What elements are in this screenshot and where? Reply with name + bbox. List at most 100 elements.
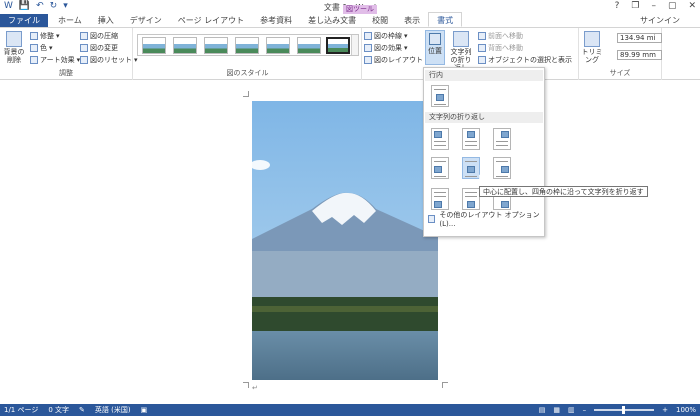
macro-icon[interactable]: ▣ [141,404,148,416]
zoom-slider[interactable] [594,406,655,414]
position-bottom-center[interactable] [462,188,480,210]
layout-options-icon [428,215,436,223]
corrections-button[interactable]: 修整 ▾ [30,31,60,41]
group-label-size: サイズ [609,69,631,77]
paragraph-mark: ↵ [252,384,258,392]
zoom-level[interactable]: 100% [676,404,696,416]
position-bottom-left[interactable] [431,188,449,210]
crop-button[interactable]: トリミング [581,31,603,64]
position-top-left[interactable] [431,128,449,150]
style-thumbnail[interactable] [326,37,350,54]
tab-insert[interactable]: 挿入 [90,14,122,27]
print-layout-icon[interactable]: ▦ [553,404,560,416]
page-count[interactable]: 1/1 ページ [4,404,38,416]
style-thumbnail[interactable] [266,37,290,54]
margin-corner-mark [243,91,249,97]
effects-icon [364,44,372,52]
picture-border-label: 図の枠線 [374,32,402,40]
height-field[interactable]: 134.94 mi [617,33,662,43]
group-size: トリミング 134.94 mi 89.99 mm サイズ [578,28,662,80]
artistic-effects-button[interactable]: アート効果 ▾ [30,55,80,65]
bring-forward-button[interactable]: 前面へ移動 [478,31,523,41]
group-label-adjust: 調整 [59,69,73,77]
wrap-text-icon [453,31,469,47]
minimize-button[interactable]: – [651,1,656,11]
reset-picture-label: 図のリセット [90,56,132,64]
word-count[interactable]: 0 文字 [48,404,69,416]
window-controls: ? ❐ – ▢ ✕ [615,1,696,11]
inserted-picture[interactable] [252,101,438,380]
web-layout-icon[interactable]: ▥ [568,404,575,416]
position-dropdown: 行内 文字列の折り返し その他のレイアウト オプション(L)... [423,67,545,237]
tooltip: 中心に配置し、四角の枠に沿って文字列を折り返す [479,186,648,197]
compress-pictures-button[interactable]: 図の圧縮 [80,31,118,41]
tab-home[interactable]: ホーム [50,14,90,27]
change-picture-button[interactable]: 図の変更 [80,43,118,53]
picture-effects-button[interactable]: 図の効果 ▾ [364,43,408,53]
margin-corner-mark [243,382,249,388]
help-button[interactable]: ? [615,1,620,11]
corrections-icon [30,32,38,40]
send-backward-icon [478,44,486,52]
crop-icon [584,31,600,47]
chevron-down-icon: ▾ [404,44,408,52]
chevron-down-icon: ▾ [56,32,60,40]
style-thumbnail[interactable] [297,37,321,54]
reset-picture-button[interactable]: 図のリセット ▾ [80,55,138,65]
ribbon-tabs: ファイル ホーム 挿入 デザイン ページ レイアウト 参考資料 差し込み文書 校… [0,12,700,28]
selection-pane-label: オブジェクトの選択と表示 [488,56,572,64]
style-thumbnail[interactable] [142,37,166,54]
tab-page-layout[interactable]: ページ レイアウト [170,14,252,27]
border-icon [364,32,372,40]
picture-border-button[interactable]: 図の枠線 ▾ [364,31,408,41]
color-icon [30,44,38,52]
language[interactable]: 英語 (米国) [95,404,131,416]
tab-design[interactable]: デザイン [122,14,170,27]
position-middle-left[interactable] [431,157,449,179]
picture-layout-button[interactable]: 図のレイアウト▾ [364,55,429,65]
ribbon-display-button[interactable]: ❐ [631,1,639,11]
position-top-right[interactable] [493,128,511,150]
send-backward-label: 背面へ移動 [488,44,523,52]
gallery-scroll[interactable] [351,35,358,55]
tab-mailings[interactable]: 差し込み文書 [300,14,364,27]
tab-format[interactable]: 書式 [428,12,463,27]
ribbon: 背景の削除 修整 ▾ 色 ▾ アート効果 ▾ 図の圧縮 図の変更 図のリセット ▾ 調整… [0,28,700,80]
picture-styles-gallery[interactable] [137,34,359,56]
send-backward-button[interactable]: 背面へ移動 [478,43,523,53]
more-layout-options[interactable]: その他のレイアウト オプション(L)... [428,210,544,228]
position-middle-right[interactable] [493,157,511,179]
close-button[interactable]: ✕ [688,1,696,11]
group-adjust: 背景の削除 修整 ▾ 色 ▾ アート効果 ▾ 図の圧縮 図の変更 図のリセット ▾ 調整 [0,28,138,80]
change-picture-label: 図の変更 [90,44,118,52]
signin-link[interactable]: サインイン [640,14,700,27]
read-mode-icon[interactable]: ▤ [539,404,546,416]
proofing-icon[interactable]: ✎ [79,404,85,416]
tab-view[interactable]: 表示 [396,14,428,27]
change-picture-icon [80,44,88,52]
position-button[interactable]: 位置 [425,30,445,65]
color-label: 色 [40,44,47,52]
selection-pane-icon [478,56,486,64]
position-top-center[interactable] [462,128,480,150]
color-button[interactable]: 色 ▾ [30,43,53,53]
zoom-out-icon[interactable]: – [583,404,587,416]
tab-file[interactable]: ファイル [0,14,48,27]
chevron-down-icon: ▾ [49,44,53,52]
width-field[interactable]: 89.99 mm [617,50,662,60]
style-thumbnail[interactable] [173,37,197,54]
artistic-effects-icon [30,56,38,64]
maximize-button[interactable]: ▢ [668,1,677,11]
tab-references[interactable]: 参考資料 [252,14,300,27]
remove-background-button[interactable]: 背景の削除 [2,31,26,64]
compress-icon [80,32,88,40]
zoom-in-icon[interactable]: + [662,404,668,416]
style-thumbnail[interactable] [204,37,228,54]
style-thumbnail[interactable] [235,37,259,54]
picture-layout-label: 図のレイアウト [374,56,423,64]
bring-forward-icon [478,32,486,40]
selection-pane-button[interactable]: オブジェクトの選択と表示 [478,55,572,65]
position-inline[interactable] [431,85,449,107]
wrap-text-button[interactable]: 文字列の折り返し [448,31,474,72]
tab-review[interactable]: 校閲 [364,14,396,27]
